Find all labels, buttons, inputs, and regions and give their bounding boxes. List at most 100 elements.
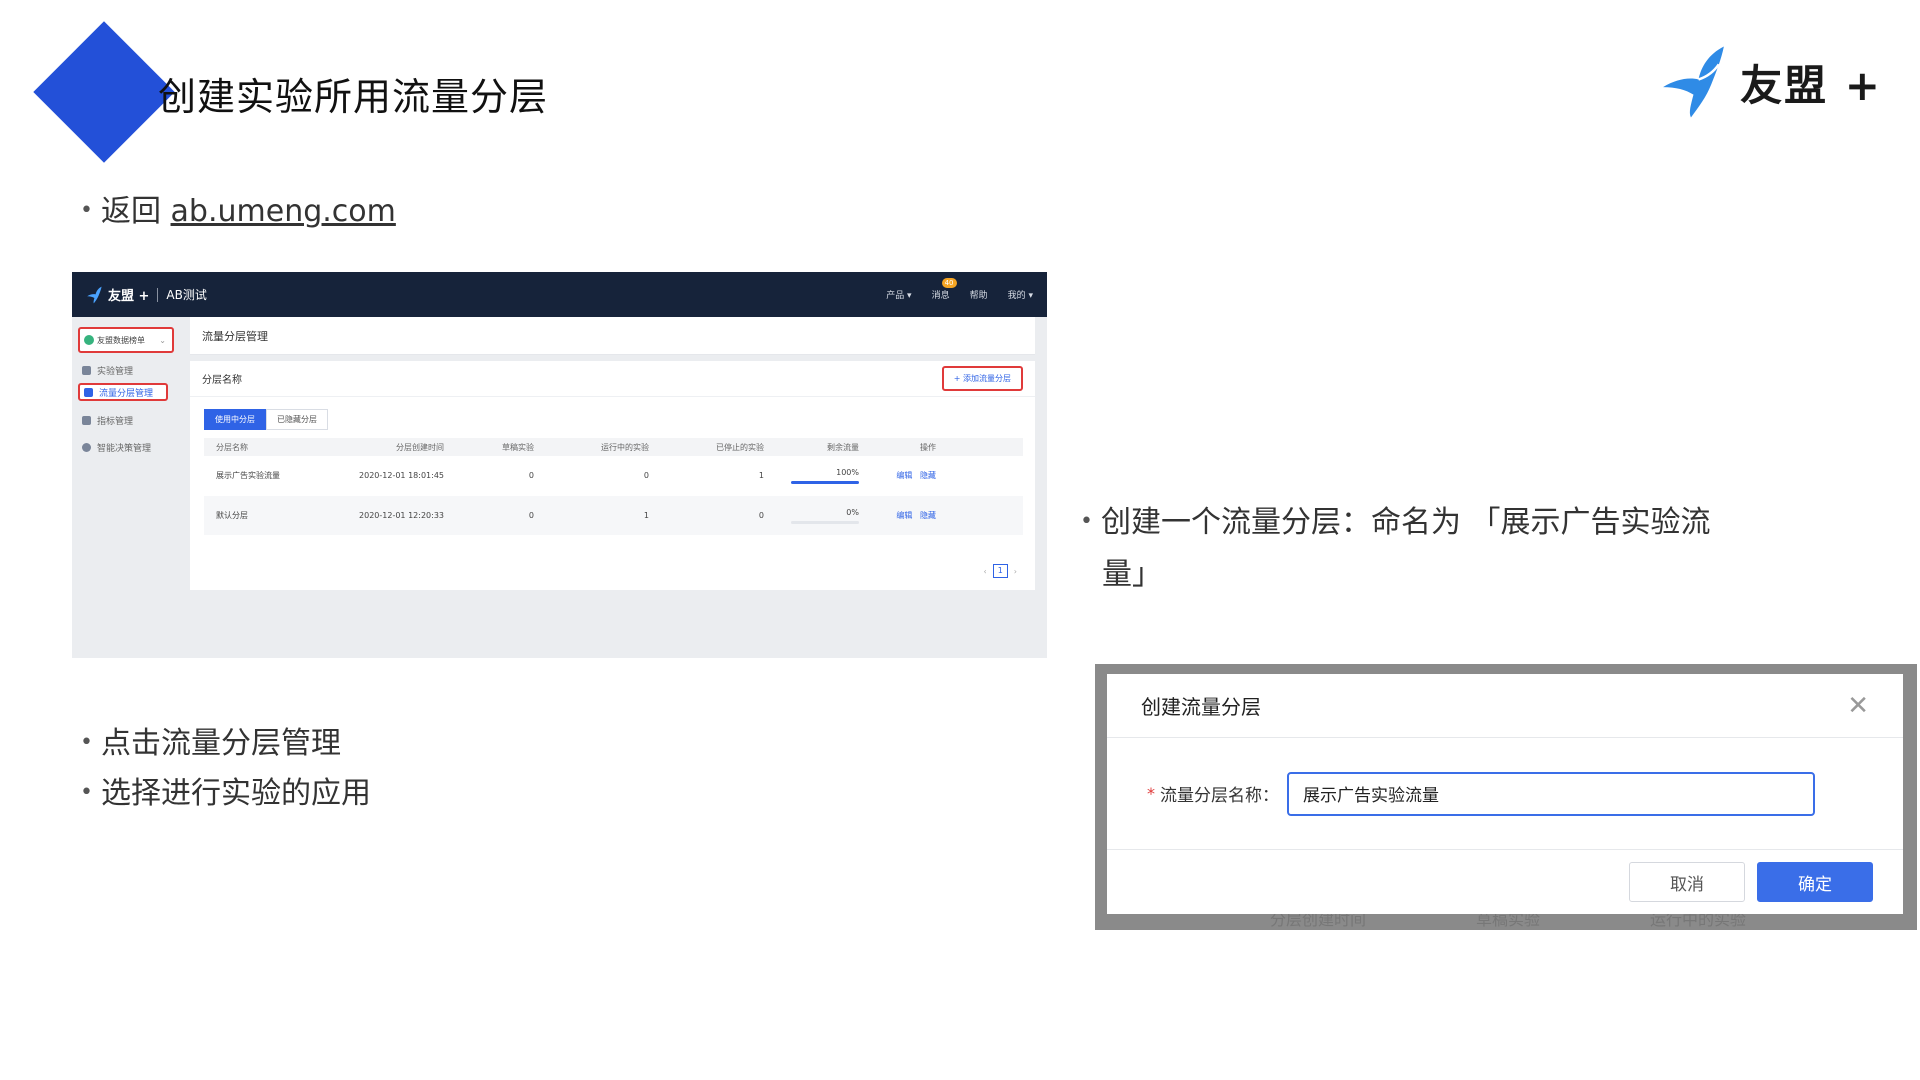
column-header: 草稿实验 — [502, 442, 534, 452]
app-product-name: AB测试 — [166, 288, 207, 302]
nav-messages-label: 消息 — [931, 291, 950, 301]
app-main: 流量分层管理 分层名称 + 添加流量分层 使用中分层 已隐藏分层 分层名称 分层… — [190, 317, 1035, 590]
edit-link[interactable]: 编辑 — [896, 471, 912, 480]
nav-products[interactable]: 产品 ▾ — [886, 288, 911, 301]
app-topbar: 友盟 + AB测试 产品 ▾ 消息 40 帮助 我的 ▾ — [72, 272, 1047, 317]
dialog-body: * 流量分层名称： — [1107, 738, 1903, 850]
bullet-return-text: 返回 — [100, 194, 161, 229]
column-header: 分层名称 — [216, 442, 248, 452]
sidebar-item-label: 实验管理 — [97, 366, 134, 377]
sidebar-item-decisions[interactable]: 智能决策管理 — [78, 438, 168, 456]
dialog-header: 创建流量分层 ✕ — [1107, 674, 1903, 738]
app-selector-value: 友盟数据榜单 — [97, 335, 145, 345]
bullet-create-layer: • 创建一个流量分层：命名为 「展示广告实验流 量」 — [1080, 496, 1711, 601]
table-row: 默认分层 2020-12-01 12:20:33 0 1 0 0% 编辑 隐藏 — [204, 496, 1023, 536]
layer-created: 2020-12-01 18:01:45 — [359, 471, 444, 480]
running-count: 0 — [643, 471, 649, 480]
brand-name: 友盟 + — [1740, 60, 1882, 110]
table-header-row: 分层名称 分层创建时间 草稿实验 运行中的实验 已停止的实验 剩余流量 操作 — [204, 438, 1023, 456]
close-icon[interactable]: ✕ — [1847, 691, 1869, 721]
bullet-click-layer: • 点击流量分层管理 — [80, 718, 341, 762]
sidebar-item-label: 智能决策管理 — [97, 443, 152, 454]
layers-table: 分层名称 分层创建时间 草稿实验 运行中的实验 已停止的实验 剩余流量 操作 展… — [204, 438, 1023, 536]
app-logo[interactable]: 友盟 + — [86, 285, 149, 304]
confirm-button[interactable]: 确定 — [1757, 862, 1873, 902]
user-icon — [82, 365, 91, 375]
column-header: 剩余流量 — [827, 442, 859, 452]
topbar-nav: 产品 ▾ 消息 40 帮助 我的 ▾ — [886, 278, 1033, 301]
app-sidebar: 友盟数据榜单 ⌄ 实验管理 流量分层管理 指标管理 智能决策管理 — [72, 317, 180, 658]
layer-name-label: 流量分层名称： — [1160, 786, 1279, 806]
sidebar-item-label: 指标管理 — [97, 416, 134, 427]
column-header: 分层创建时间 — [396, 442, 444, 452]
layers-card: 分层名称 + 添加流量分层 使用中分层 已隐藏分层 分层名称 分层创建时间 草稿… — [190, 361, 1035, 590]
cancel-button[interactable]: 取消 — [1629, 862, 1745, 902]
bullet-dot: • — [1080, 509, 1093, 534]
title-diamond-shape — [33, 21, 175, 163]
sidebar-item-metrics[interactable]: 指标管理 — [78, 411, 168, 429]
running-count: 1 — [643, 511, 649, 520]
draft-count: 0 — [528, 511, 534, 520]
row-actions: 编辑 隐藏 — [859, 510, 944, 521]
umeng-bird-icon — [1663, 46, 1725, 118]
layers-icon — [84, 387, 93, 397]
edit-link[interactable]: 编辑 — [896, 511, 912, 520]
hide-link[interactable]: 隐藏 — [920, 511, 936, 520]
umeng-bird-icon — [87, 286, 102, 303]
dialog-screenshot: 分层创建时间 草稿实验 运行中的实验 创建流量分层 ✕ * 流量分层名称： 取消… — [1095, 664, 1917, 930]
sidebar-item-traffic-layers[interactable]: 流量分层管理 — [78, 383, 168, 401]
layer-name: 展示广告实验流量 — [216, 471, 280, 480]
page-number[interactable]: 1 — [992, 564, 1008, 578]
column-header: 运行中的实验 — [601, 442, 649, 452]
umeng-ab-link[interactable]: ab.umeng.com — [171, 194, 396, 229]
draft-count: 0 — [528, 471, 534, 480]
column-header: 操作 — [920, 442, 936, 452]
bullet-dot: • — [80, 730, 93, 755]
bullet-dot: • — [80, 198, 93, 223]
dialog-title: 创建流量分层 — [1141, 695, 1261, 719]
row-actions: 编辑 隐藏 — [859, 470, 944, 481]
remaining-traffic: 100% — [764, 468, 859, 484]
layer-name-input[interactable] — [1287, 771, 1815, 816]
required-mark: * — [1147, 784, 1155, 803]
bullet-return: • 返回 ab.umeng.com — [80, 186, 396, 230]
prev-page-icon[interactable]: ‹ — [984, 567, 987, 576]
topbar-divider — [157, 287, 159, 302]
nav-messages[interactable]: 消息 40 — [931, 278, 957, 301]
brand-logo: 友盟 + — [1658, 42, 1882, 122]
bullet-choose-app: • 选择进行实验的应用 — [80, 768, 371, 812]
sidebar-item-label: 流量分层管理 — [99, 388, 154, 399]
add-traffic-layer-button[interactable]: + 添加流量分层 — [941, 366, 1023, 391]
app-selector[interactable]: 友盟数据榜单 ⌄ — [78, 327, 174, 353]
ab-test-screenshot: 友盟 + AB测试 产品 ▾ 消息 40 帮助 我的 ▾ 友盟数据榜单 ⌄ 实验… — [72, 272, 1047, 658]
layer-tabs: 使用中分层 已隐藏分层 — [204, 409, 1035, 430]
card-header: 分层名称 + 添加流量分层 — [190, 361, 1035, 397]
column-header: 已停止的实验 — [716, 442, 764, 452]
page-title: 流量分层管理 — [190, 317, 1035, 355]
bullet-click-layer-text: 点击流量分层管理 — [100, 726, 341, 761]
bullet-choose-app-text: 选择进行实验的应用 — [100, 776, 371, 811]
tab-hidden-layers[interactable]: 已隐藏分层 — [266, 409, 328, 430]
pagination: ‹ 1 › — [984, 564, 1017, 578]
section-title: 分层名称 — [202, 375, 242, 386]
tab-active-layers[interactable]: 使用中分层 — [204, 409, 266, 430]
remaining-progress-bar — [791, 480, 859, 484]
nav-me[interactable]: 我的 ▾ — [1008, 288, 1033, 301]
stopped-count: 1 — [758, 471, 764, 480]
bullet-dot: • — [80, 780, 93, 805]
layer-created: 2020-12-01 12:20:33 — [359, 511, 444, 520]
hide-link[interactable]: 隐藏 — [920, 471, 936, 480]
status-ok-icon — [84, 335, 94, 345]
nav-help[interactable]: 帮助 — [970, 288, 988, 301]
layer-name: 默认分层 — [216, 511, 248, 520]
remaining-percent: 0% — [846, 507, 859, 517]
next-page-icon[interactable]: › — [1014, 567, 1017, 576]
table-row: 展示广告实验流量 2020-12-01 18:01:45 0 0 1 100% … — [204, 456, 1023, 496]
chevron-down-icon: ⌄ — [159, 335, 166, 345]
progress-fill — [791, 480, 859, 484]
brain-icon — [82, 442, 91, 452]
dialog-footer: 取消 确定 — [1107, 850, 1903, 914]
sidebar-item-experiments[interactable]: 实验管理 — [78, 361, 168, 379]
app-brand: 友盟 + — [108, 289, 150, 304]
bullet-create-line-1: 创建一个流量分层：命名为 「展示广告实验流 — [1100, 505, 1711, 540]
